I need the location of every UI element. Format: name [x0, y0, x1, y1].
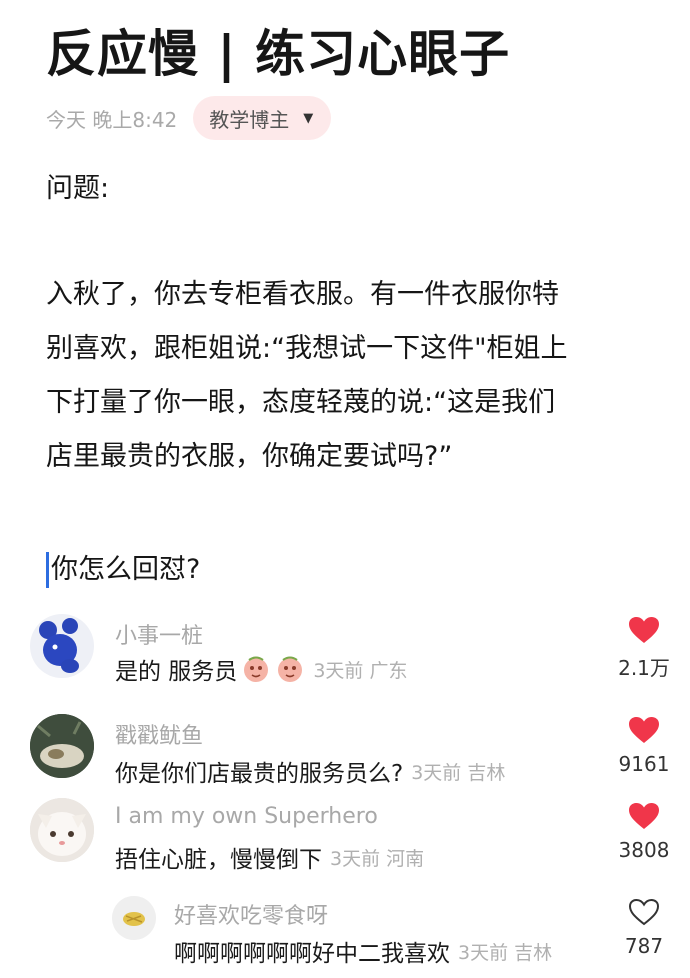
ask-text: 你怎么回怼?	[51, 554, 201, 585]
like-count: 2.1万	[618, 656, 670, 680]
comment-author[interactable]: 戳戳鱿鱼	[115, 718, 203, 750]
reply-author[interactable]: 好喜欢吃零食呀	[174, 898, 328, 930]
question-label: 问题:	[46, 173, 110, 204]
post-time: 今天 晚上8:42	[46, 107, 178, 132]
avatar[interactable]	[30, 614, 94, 678]
like-button[interactable]: 2.1万	[604, 616, 684, 681]
comment-meta: 3天前 广东	[313, 659, 408, 682]
heart-filled-icon	[629, 803, 659, 829]
paragraph-line: 下打量了你一眼，态度轻蔑的说:“这是我们	[46, 387, 556, 418]
paragraph-line: 店里最贵的衣服，你确定要试吗?”	[46, 441, 453, 472]
reply-item: 好喜欢吃零食呀 啊啊啊啊啊啊好中二我喜欢 3天前 吉林 787	[0, 892, 690, 978]
reply-text: 啊啊啊啊啊啊好中二我喜欢 3天前 吉林	[174, 934, 552, 968]
post-title: 反应慢 | 练习心眼子	[46, 25, 511, 83]
comment-body: 你是你们店最贵的服务员么?	[115, 761, 404, 787]
author-tag[interactable]: 教学博主 ▼	[193, 96, 332, 140]
caret-down-icon: ▼	[303, 110, 314, 126]
comment-meta: 3天前 河南	[330, 847, 425, 870]
avatar[interactable]	[30, 714, 94, 778]
comment-text: 是的 服务员 3天前 广东	[115, 652, 407, 686]
avatar[interactable]	[112, 896, 156, 940]
emoji-icon	[241, 655, 271, 683]
paragraph-line: 入秋了，你去专柜看衣服。有一件衣服你特	[46, 279, 559, 310]
comment-meta: 3天前 吉林	[411, 761, 506, 784]
like-count: 3808	[618, 838, 670, 862]
comment-text: 你是你们店最贵的服务员么? 3天前 吉林	[115, 754, 505, 788]
like-count: 787	[624, 934, 664, 958]
comment-author[interactable]: 小事一桩	[115, 618, 203, 650]
comment-text: 捂住心脏，慢慢倒下 3天前 河南	[115, 840, 424, 874]
comment-body: 捂住心脏，慢慢倒下	[115, 847, 322, 873]
author-tag-label: 教学博主	[209, 107, 290, 132]
comment-author[interactable]: I am my own Superhero	[115, 804, 378, 829]
text-cursor	[46, 552, 49, 588]
question-paragraph: 入秋了，你去专柜看衣服。有一件衣服你特 别喜欢，跟柜姐说:“我想试一下这件"柜姐…	[46, 268, 656, 484]
comment-item: I am my own Superhero 捂住心脏，慢慢倒下 3天前 河南 3…	[0, 798, 690, 888]
heart-outline-icon	[628, 898, 660, 926]
heart-filled-icon	[629, 617, 659, 643]
paragraph-line: 别喜欢，跟柜姐说:“我想试一下这件"柜姐上	[46, 333, 568, 364]
like-button[interactable]: 3808	[604, 802, 684, 862]
heart-filled-icon	[629, 717, 659, 743]
reply-body: 啊啊啊啊啊啊好中二我喜欢	[174, 941, 450, 967]
comment-item: 戳戳鱿鱼 你是你们店最贵的服务员么? 3天前 吉林 9161	[0, 712, 690, 802]
like-count: 9161	[618, 752, 670, 776]
ask-line: 你怎么回怼?	[46, 543, 200, 597]
reply-meta: 3天前 吉林	[458, 941, 553, 964]
comment-body: 是的 服务员	[115, 659, 238, 685]
post-meta: 今天 晚上8:42 教学博主 ▼	[46, 96, 332, 140]
avatar[interactable]	[30, 798, 94, 862]
like-button[interactable]: 787	[604, 898, 684, 958]
emoji-icon	[275, 655, 305, 683]
comment-item: 小事一桩 是的 服务员 3天前 广东 2.1万	[0, 612, 690, 702]
like-button[interactable]: 9161	[604, 716, 684, 776]
